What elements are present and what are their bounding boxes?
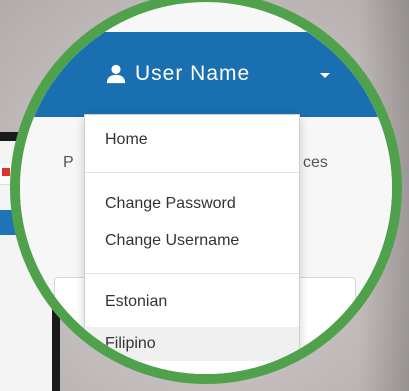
caret-down-icon[interactable]	[320, 73, 330, 78]
menu-item-estonian[interactable]: Estonian	[85, 285, 299, 319]
menu-divider	[85, 273, 299, 274]
background-favicon-icon	[2, 168, 10, 176]
menu-item-change-username[interactable]: Change Username	[85, 224, 299, 258]
background-nav-text-right: ces	[303, 154, 328, 171]
menu-item-filipino[interactable]: Filipino	[85, 327, 299, 361]
user-dropdown-menu: Home Change Password Change Username Est…	[84, 114, 300, 374]
menu-item-home[interactable]: Home	[85, 123, 299, 157]
magnified-page: User Name P ces Home Change Password Cha…	[20, 2, 392, 374]
menu-item-change-password[interactable]: Change Password	[85, 187, 299, 221]
magnifier-lens: User Name P ces Home Change Password Cha…	[10, 0, 402, 384]
background-nav-text-left: P	[63, 154, 74, 171]
menu-divider	[85, 172, 299, 173]
user-icon	[106, 64, 126, 84]
user-name-label: User Name	[135, 62, 251, 85]
user-menu-toggle[interactable]: User Name	[105, 59, 250, 89]
